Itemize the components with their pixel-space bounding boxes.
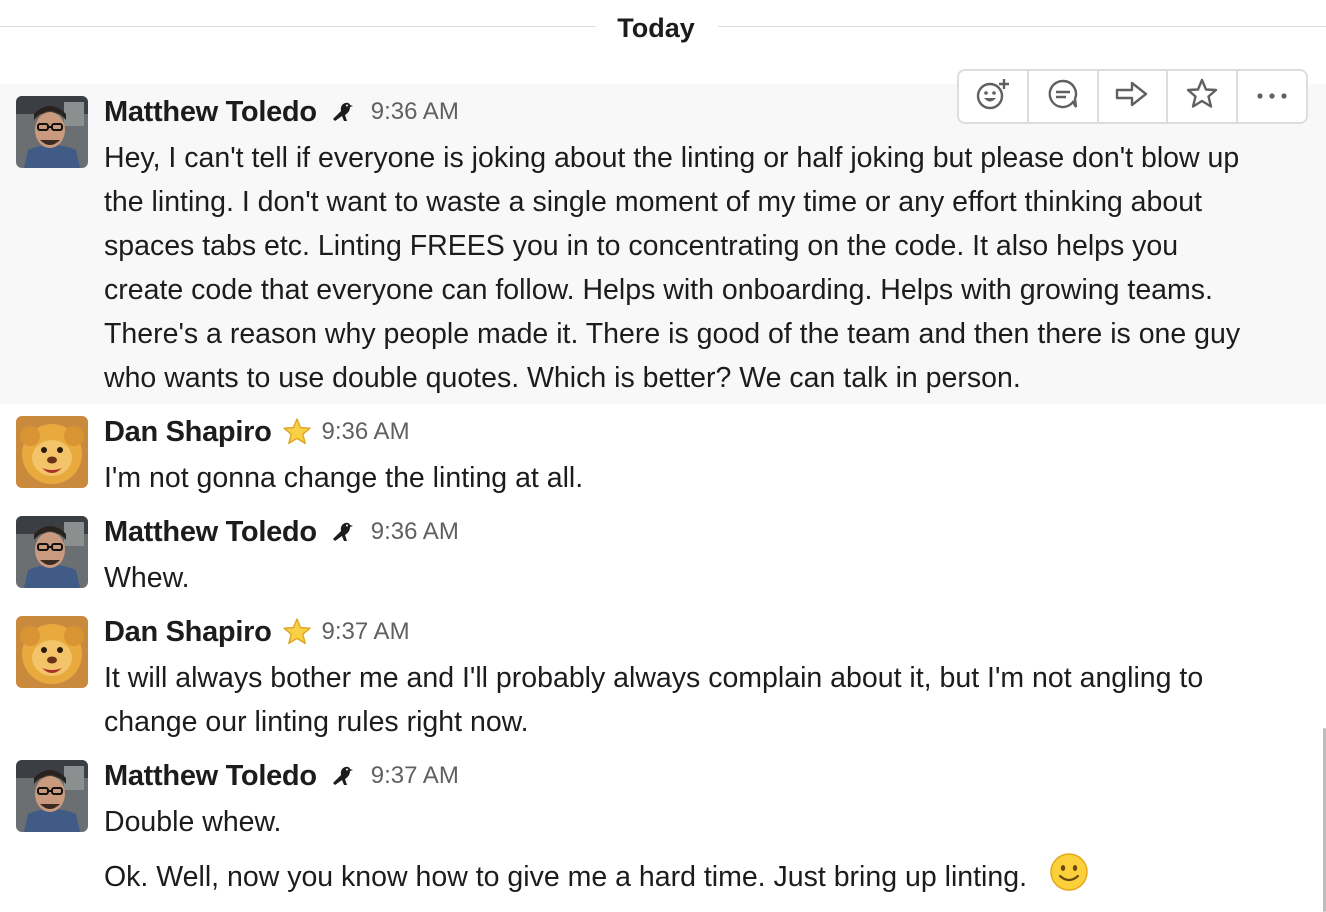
message[interactable]: Matthew Toledo 9:37 AM Double whew. Ok. … xyxy=(0,748,1326,912)
star-icon[interactable] xyxy=(282,617,312,647)
bird-icon[interactable] xyxy=(327,761,357,791)
message-text: I'm not gonna change the linting at all. xyxy=(104,456,1309,500)
message-line: who wants to use double quotes. Which is… xyxy=(104,362,1021,394)
message-line: It will always bother me and I'll probab… xyxy=(104,662,1204,694)
message-line: Double whew. xyxy=(104,806,282,838)
sender-name[interactable]: Matthew Toledo xyxy=(104,760,317,793)
message-timestamp[interactable]: 9:36 AM xyxy=(371,518,459,546)
more-actions-button[interactable] xyxy=(1238,71,1306,122)
add-reaction-icon xyxy=(975,77,1011,116)
sender-name[interactable]: Dan Shapiro xyxy=(104,616,272,649)
message[interactable]: Dan Shapiro 9:37 AM It will always bothe… xyxy=(0,604,1326,748)
message-line: Ok. Well, now you know how to give me a … xyxy=(104,861,1027,894)
message-line: the linting. I don't want to waste a sin… xyxy=(104,186,1203,218)
save-star-button[interactable] xyxy=(1168,71,1239,122)
slightly-smiling-face-icon[interactable] xyxy=(1049,852,1089,905)
divider-line-left xyxy=(0,26,596,27)
sender-name[interactable]: Dan Shapiro xyxy=(104,416,272,449)
message-line: There's a reason why people made it. The… xyxy=(104,318,1241,350)
divider-line-right xyxy=(718,26,1326,27)
message-text: Whew. xyxy=(104,556,1309,600)
star-icon xyxy=(1185,77,1219,116)
message[interactable]: Matthew Toledo 9:36 AM Whew. xyxy=(0,504,1326,604)
message-line: create code that everyone can follow. He… xyxy=(104,274,1213,306)
share-message-button[interactable] xyxy=(1099,71,1169,122)
avatar-dan-shapiro[interactable] xyxy=(16,616,88,688)
start-thread-icon xyxy=(1046,77,1080,116)
message-timestamp[interactable]: 9:37 AM xyxy=(322,618,410,646)
message-text: Hey, I can't tell if everyone is joking … xyxy=(104,136,1309,400)
day-divider: Today xyxy=(0,0,1326,60)
add-reaction-button[interactable] xyxy=(959,71,1029,122)
start-thread-button[interactable] xyxy=(1029,71,1099,122)
message-line: Hey, I can't tell if everyone is joking … xyxy=(104,142,1240,174)
avatar-dan-shapiro[interactable] xyxy=(16,416,88,488)
bird-icon[interactable] xyxy=(327,517,357,547)
share-message-icon xyxy=(1114,79,1150,114)
bird-icon[interactable] xyxy=(327,97,357,127)
message[interactable]: Dan Shapiro 9:36 AM I'm not gonna change… xyxy=(0,404,1326,504)
followup-message[interactable]: Ok. Well, now you know how to give me a … xyxy=(104,852,1309,905)
sender-name[interactable]: Matthew Toledo xyxy=(104,516,317,549)
day-divider-label[interactable]: Today xyxy=(604,12,708,44)
more-actions-icon xyxy=(1254,88,1290,106)
message-line: spaces tabs etc. Linting FREES you in to… xyxy=(104,230,1179,262)
message-timestamp[interactable]: 9:36 AM xyxy=(371,98,459,126)
message[interactable]: Matthew Toledo 9:36 AM Hey, I can't tell… xyxy=(0,84,1326,404)
avatar-matthew-toledo[interactable] xyxy=(16,760,88,832)
avatar-matthew-toledo[interactable] xyxy=(16,96,88,168)
message-actions-toolbar xyxy=(957,69,1308,124)
message-text: It will always bother me and I'll probab… xyxy=(104,656,1309,744)
message-line: change our linting rules right now. xyxy=(104,706,529,738)
avatar-matthew-toledo[interactable] xyxy=(16,516,88,588)
star-icon[interactable] xyxy=(282,417,312,447)
sender-name[interactable]: Matthew Toledo xyxy=(104,96,317,129)
message-timestamp[interactable]: 9:36 AM xyxy=(322,418,410,446)
message-timestamp[interactable]: 9:37 AM xyxy=(371,762,459,790)
message-text: Double whew. xyxy=(104,800,1309,844)
message-line: Whew. xyxy=(104,562,190,594)
message-line: I'm not gonna change the linting at all. xyxy=(104,462,584,494)
